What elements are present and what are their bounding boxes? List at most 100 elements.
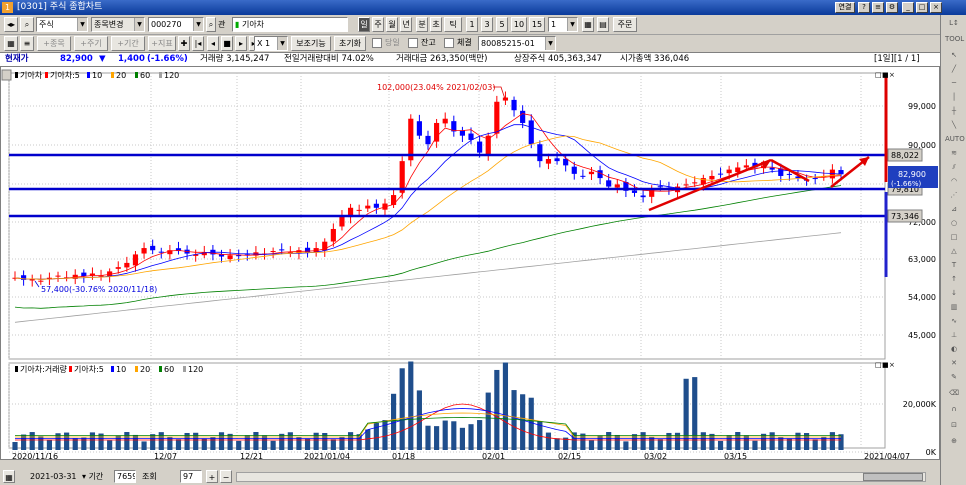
maximize-button[interactable]: □ — [916, 2, 928, 13]
volume-bar — [743, 435, 749, 450]
chart-icon[interactable]: ▥ — [945, 301, 963, 313]
tool-icon[interactable]: TOOL — [945, 33, 964, 45]
arc-icon[interactable]: ◠ — [945, 175, 963, 187]
pencil-icon[interactable]: ✎ — [945, 371, 963, 383]
scale-select[interactable]: X 1 ▼ — [254, 36, 288, 51]
arrow-up-icon[interactable]: ↑ — [945, 273, 963, 285]
order-button[interactable]: 주문 — [613, 17, 637, 32]
account-select[interactable]: 80085215-01 ▼ — [478, 36, 556, 51]
color-icon[interactable]: ◐ — [945, 343, 963, 355]
circle-icon[interactable]: ○ — [945, 217, 963, 229]
grid-icon[interactable]: ▦ — [582, 17, 594, 32]
interval-3-button[interactable]: 3 — [481, 17, 493, 32]
volume-bar — [408, 361, 414, 450]
crosshair-icon[interactable]: ✚ — [178, 36, 190, 51]
vline-icon[interactable]: │ — [945, 91, 963, 103]
interval-1-button[interactable]: 1 — [466, 17, 478, 32]
balance-checkbox[interactable] — [408, 38, 418, 48]
search-icon[interactable]: ⌕ — [20, 17, 34, 32]
stock-chart-svg[interactable]: 99,00090,00081,00072,00063,00054,00045,0… — [1, 67, 939, 461]
chart-area[interactable]: 99,00090,00081,00072,00063,00054,00045,0… — [0, 66, 940, 461]
add-range-button[interactable]: +기간 — [111, 36, 145, 51]
execution-checkbox[interactable] — [444, 38, 454, 48]
stock-code-input[interactable]: 000270 ▼ — [148, 17, 204, 32]
lock-icon[interactable]: ⊡ — [945, 419, 963, 431]
period-day-button[interactable]: 일 — [358, 17, 370, 32]
period-input[interactable]: 7659 — [114, 470, 136, 483]
search-code-icon[interactable]: ⌕ — [206, 17, 216, 32]
period-tick-button[interactable]: 틱 — [444, 17, 462, 32]
trendline-icon[interactable]: ╱ — [945, 63, 963, 75]
eraser-icon[interactable]: ⌫ — [945, 387, 963, 399]
candle-body — [304, 247, 311, 253]
text-icon[interactable]: T — [945, 259, 963, 271]
delete-icon[interactable]: ✕ — [945, 357, 963, 369]
tool-icon[interactable]: L↕ — [945, 17, 963, 29]
wave-icon[interactable]: ∿ — [945, 315, 963, 327]
magnet-icon[interactable]: ∩ — [945, 403, 963, 415]
gann-icon[interactable]: ⊿ — [945, 203, 963, 215]
period-second-button[interactable]: 초 — [430, 17, 442, 32]
first-icon[interactable]: |◂ — [192, 36, 204, 51]
period-year-button[interactable]: 년 — [400, 17, 412, 32]
list-icon[interactable]: ▤ — [597, 17, 609, 32]
candle-body — [141, 248, 147, 254]
prev-next-icon[interactable]: ◂▸ — [4, 17, 18, 32]
channel-icon[interactable]: ⫽ — [945, 161, 963, 173]
help-button[interactable]: ? — [858, 2, 870, 13]
indicator-icon[interactable]: ≡ — [20, 36, 34, 51]
interval-15-button[interactable]: 15 — [529, 17, 545, 32]
interval-10-button[interactable]: 10 — [511, 17, 527, 32]
measure-icon[interactable]: ⊥ — [945, 329, 963, 341]
scroll-thumb[interactable] — [863, 473, 923, 481]
interval-select[interactable]: 1 ▼ — [548, 17, 578, 32]
window-list-button[interactable]: ≡ — [872, 2, 884, 13]
fibo-icon[interactable]: ≋ — [945, 147, 963, 159]
zoom-icon[interactable]: ⊕ — [945, 435, 963, 447]
cursor-icon[interactable]: ↖ — [945, 49, 963, 61]
arrow-down-icon[interactable]: ↓ — [945, 287, 963, 299]
candle-body — [38, 280, 44, 282]
triangle-icon[interactable]: △ — [945, 245, 963, 257]
add-period-button[interactable]: +주기 — [74, 36, 108, 51]
add-indicator-button[interactable]: +지표 — [148, 36, 176, 51]
close-button[interactable]: × — [930, 2, 942, 13]
stop-icon[interactable]: ■ — [221, 36, 233, 51]
period-minute-button[interactable]: 분 — [416, 17, 428, 32]
add-stock-button[interactable]: +종목 — [37, 36, 71, 51]
layout-icon[interactable]: ▦ — [4, 36, 18, 51]
rect-icon[interactable]: □ — [945, 231, 963, 243]
market-cap: 시가총액 336,046 — [620, 54, 690, 64]
candle-body — [812, 178, 818, 180]
calendar-icon[interactable]: ▦ — [3, 470, 15, 483]
stock-change-button[interactable]: 종목변경 ▼ — [91, 17, 145, 32]
cross-icon[interactable]: ┼ — [945, 105, 963, 117]
minimize-button[interactable]: _ — [902, 2, 914, 13]
link-button[interactable]: 연결 — [835, 2, 855, 13]
zoom-in-icon[interactable]: + — [206, 470, 218, 483]
back-icon[interactable]: ◂ — [207, 36, 219, 51]
settings-icon[interactable]: ⚙ — [886, 2, 898, 13]
market-select[interactable]: 주식 ▼ — [36, 17, 88, 32]
forward-icon[interactable]: ▸ — [235, 36, 247, 51]
line-icon[interactable]: ╲ — [945, 119, 963, 131]
auto-icon[interactable]: AUTO — [945, 133, 965, 145]
interval-5-button[interactable]: 5 — [496, 17, 508, 32]
period-month-button[interactable]: 월 — [386, 17, 398, 32]
fan-icon[interactable]: ⋰ — [945, 189, 963, 201]
horizontal-scrollbar[interactable] — [236, 472, 926, 482]
y-tick-label: 63,000 — [908, 255, 936, 264]
candle-body — [735, 167, 741, 173]
hline-icon[interactable]: ─ — [945, 77, 963, 89]
volume-bar — [459, 427, 465, 450]
legend-label: 10 — [92, 71, 102, 80]
candle-body — [442, 118, 448, 124]
query-label: 조회 — [142, 472, 157, 481]
aux-function-button[interactable]: 보조기능 — [291, 36, 331, 51]
reset-button[interactable]: 초기화 — [334, 36, 366, 51]
today-checkbox[interactable] — [372, 38, 382, 48]
period-week-button[interactable]: 주 — [372, 17, 384, 32]
zoom-out-icon[interactable]: − — [220, 470, 232, 483]
query-count-input[interactable]: 97 — [180, 470, 202, 483]
legend-label: 기아차 — [20, 70, 43, 80]
